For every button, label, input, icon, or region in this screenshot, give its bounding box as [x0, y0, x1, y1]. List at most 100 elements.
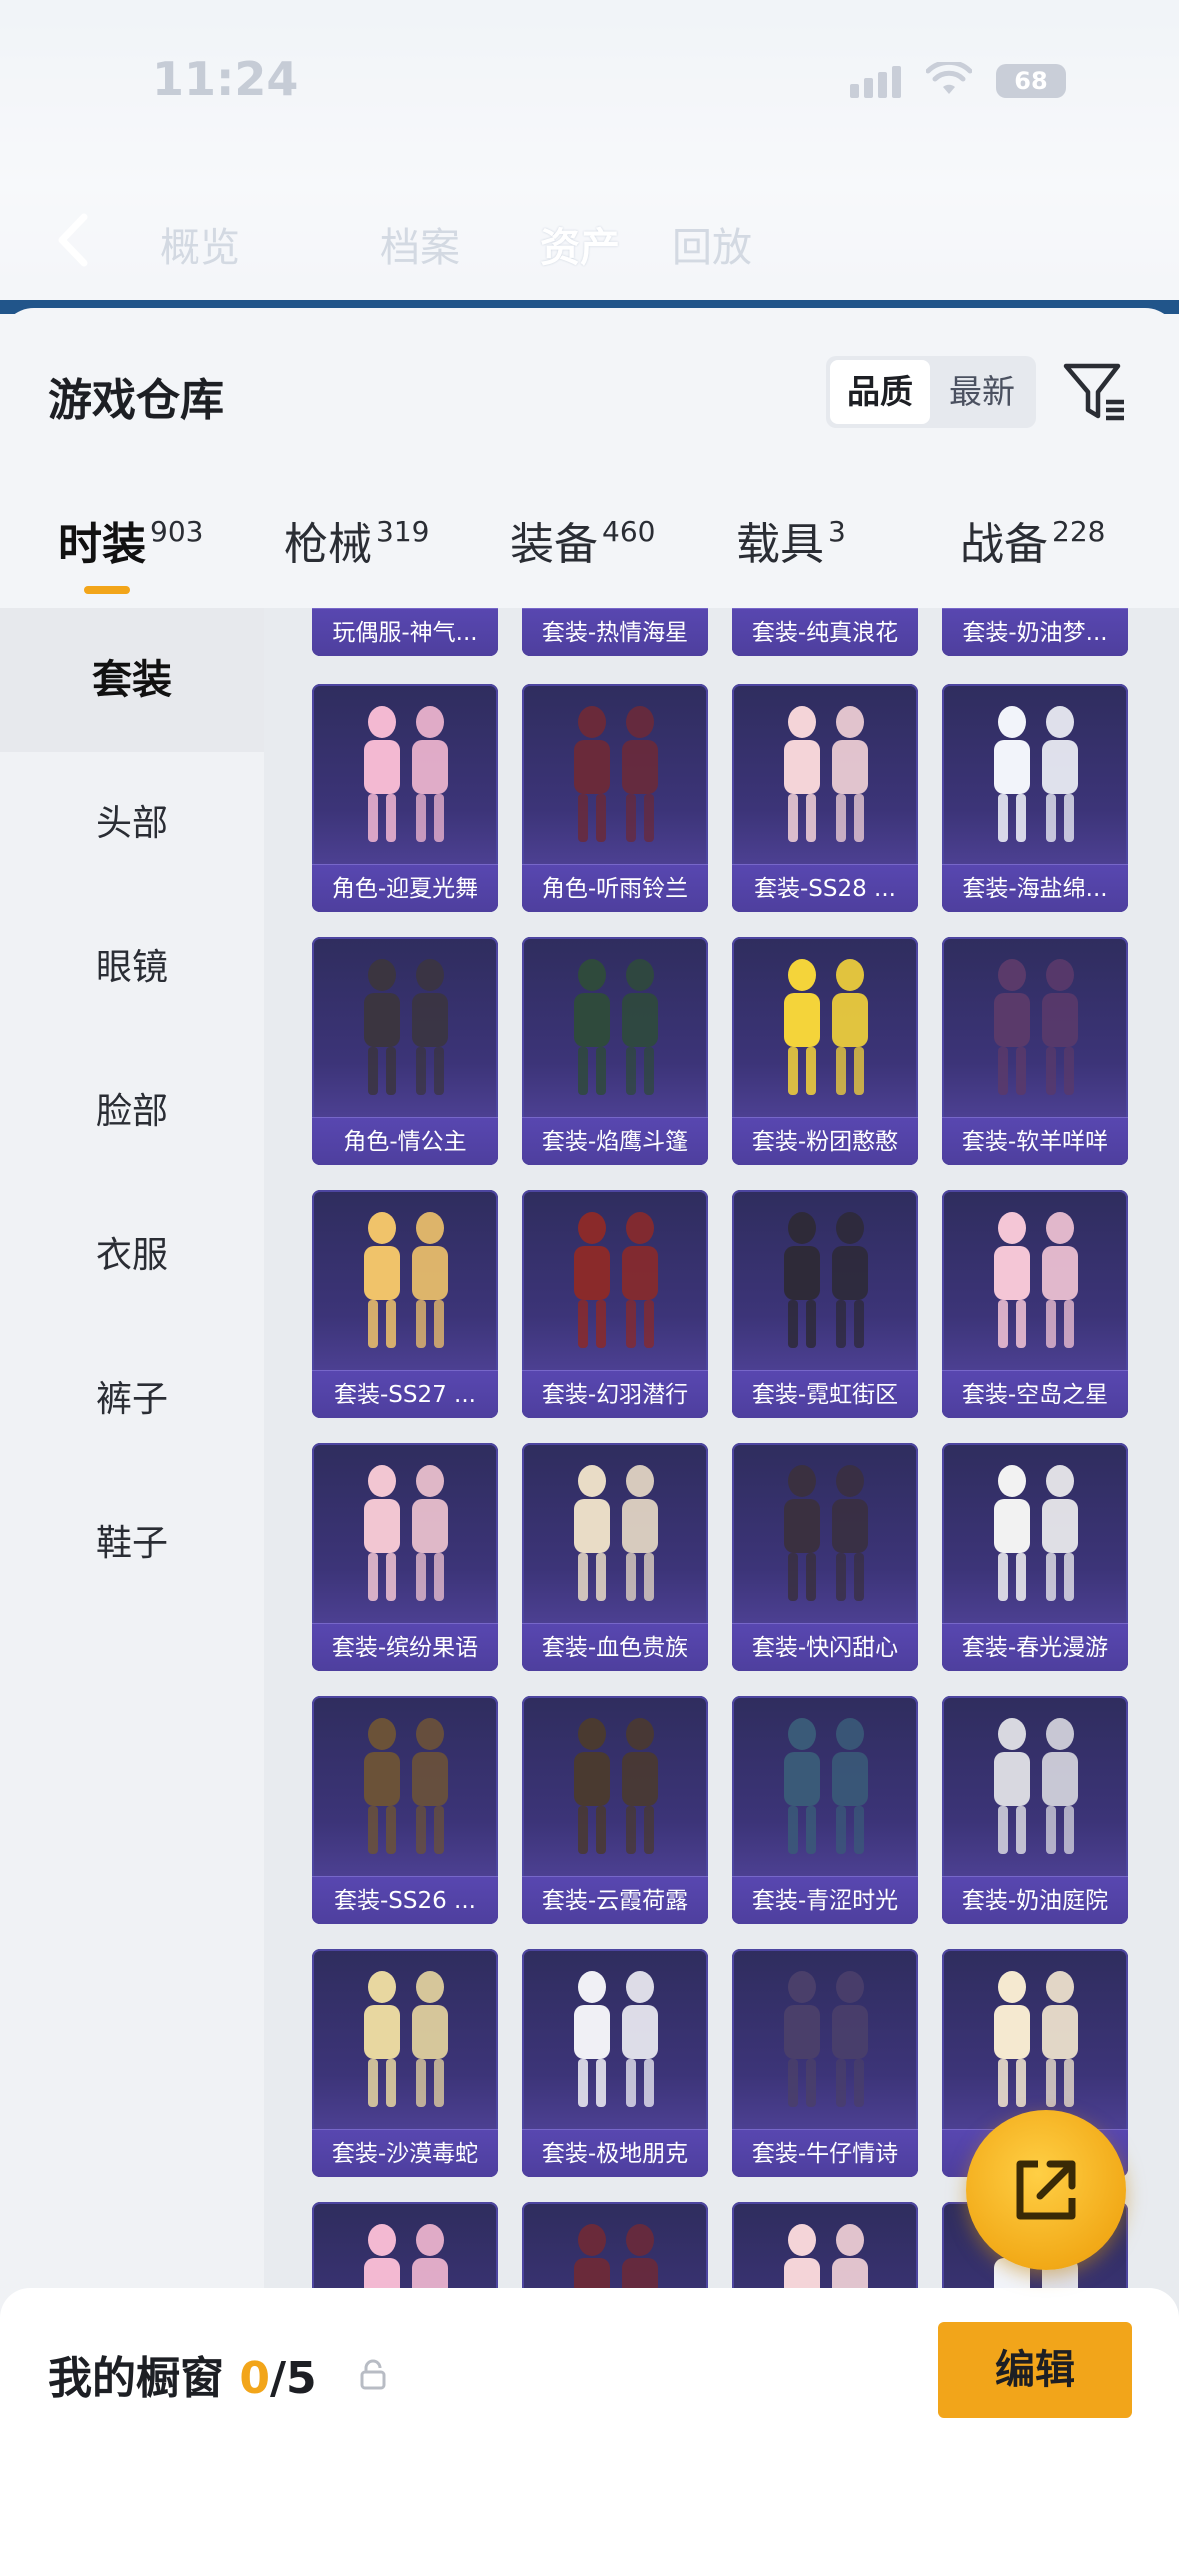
outfit-thumbnail [364, 959, 448, 1095]
wifi-icon [926, 62, 972, 94]
tab-label: 枪械 [284, 519, 372, 570]
outfit-item-label: 套装-SS27 ... [312, 1370, 498, 1418]
outfit-item-card[interactable]: 套装-沙漠毒蛇 [312, 1949, 498, 2177]
outfit-item-label: 套装-奶油庭院 [942, 1876, 1128, 1924]
back-arrow-icon[interactable] [44, 205, 104, 275]
outfit-item-label: 套装-焰鹰斗篷 [522, 1117, 708, 1165]
outfit-item-card[interactable]: 套装-春光漫游 [942, 1443, 1128, 1671]
outfit-item-label: 套装-霓虹街区 [732, 1370, 918, 1418]
outfit-item-card[interactable]: 套装-海盐绵... [942, 684, 1128, 912]
sidebar-item-shoes[interactable]: 鞋子 [0, 1472, 264, 1616]
outfit-item-card[interactable]: 套装-幻羽潜行 [522, 1190, 708, 1418]
outfit-item-label: 套装-青涩时光 [732, 1876, 918, 1924]
outfit-item-card[interactable]: 角色-听雨铃兰 [522, 684, 708, 912]
tab-label: 时装 [58, 519, 146, 570]
outfit-thumbnail [364, 706, 448, 842]
status-bar: 11:24 68 [0, 0, 1179, 140]
outfit-thumbnail [784, 706, 868, 842]
sidebar-item-head[interactable]: 头部 [0, 752, 264, 896]
share-button[interactable] [966, 2110, 1126, 2270]
outfit-item-label: 套装-缤纷果语 [312, 1623, 498, 1671]
outfit-item-card[interactable]: 套装-霓虹街区 [732, 1190, 918, 1418]
outfit-item-card[interactable]: 套装-牛仔情诗 [732, 1949, 918, 2177]
outfit-item-card[interactable]: 套装-缤纷果语 [312, 1443, 498, 1671]
outfit-item-label: 套装-幻羽潜行 [522, 1370, 708, 1418]
cellular-signal-icon [850, 66, 901, 98]
outfit-thumbnail [364, 1971, 448, 2107]
tab-equipment[interactable]: 装备 460 [510, 508, 655, 588]
outfit-thumbnail [574, 706, 658, 842]
showcase-label: 我的橱窗 [48, 2353, 224, 2404]
showcase-title: 我的橱窗 0/5 [48, 2342, 317, 2406]
lock-icon[interactable] [358, 2358, 388, 2392]
tab-label: 战备 [960, 519, 1048, 570]
outfit-item-card[interactable]: 套装-焰鹰斗篷 [522, 937, 708, 1165]
sidebar-item-clothes[interactable]: 衣服 [0, 1184, 264, 1328]
outfit-item-label: 套装-奶油梦... [942, 608, 1128, 656]
outfit-item-label: 套装-软羊咩咩 [942, 1117, 1128, 1165]
outfit-item-card[interactable]: 套装-极地朋克 [522, 1949, 708, 2177]
category-tabs: 时装 903 枪械 319 装备 460 载具 3 战备 228 [0, 486, 1179, 606]
sidebar-item-pants[interactable]: 裤子 [0, 1328, 264, 1472]
tab-vehicles[interactable]: 载具 3 [736, 508, 846, 588]
status-time: 11:24 [152, 52, 299, 106]
tab-battle-prep[interactable]: 战备 228 [960, 508, 1105, 588]
sort-latest-button[interactable]: 最新 [932, 356, 1032, 428]
outfit-item-card[interactable]: 套装-血色贵族 [522, 1443, 708, 1671]
active-tab-indicator [84, 586, 130, 594]
nav-tab-overview[interactable]: 概览 [160, 215, 240, 273]
outfit-item-card[interactable]: 套装-粉团憨憨 [732, 937, 918, 1165]
edit-button[interactable]: 编辑 [938, 2322, 1132, 2418]
outfit-item-card[interactable]: 套装-空岛之星 [942, 1190, 1128, 1418]
showcase-max-count: /5 [269, 2353, 317, 2404]
outfit-item-card[interactable]: 套装-奶油梦... [942, 608, 1128, 656]
outfit-item-card[interactable]: 套装-SS28 ... [732, 684, 918, 912]
outfit-thumbnail [364, 1718, 448, 1854]
nav-tab-assets[interactable]: 资产 [540, 215, 620, 273]
outfit-item-label: 套装-极地朋克 [522, 2129, 708, 2177]
outfit-item-card[interactable]: 玩偶服-神气... [312, 608, 498, 656]
outfit-item-card[interactable]: 套装-SS27 ... [312, 1190, 498, 1418]
outfit-item-card[interactable]: 角色-迎夏光舞 [312, 684, 498, 912]
outfit-thumbnail [574, 1465, 658, 1601]
outfit-thumbnail [994, 1718, 1078, 1854]
sort-toggle: 品质 最新 [826, 356, 1036, 428]
outfit-thumbnail [574, 959, 658, 1095]
outfit-item-card[interactable]: 套装-奶油庭院 [942, 1696, 1128, 1924]
outfit-thumbnail [574, 1971, 658, 2107]
outfit-item-card[interactable]: 套装-云霞荷露 [522, 1696, 708, 1924]
tab-fashion[interactable]: 时装 903 [58, 508, 203, 588]
outfit-item-card[interactable]: 套装-热情海星 [522, 608, 708, 656]
outfit-thumbnail [364, 1212, 448, 1348]
outfit-item-card[interactable]: 套装-软羊咩咩 [942, 937, 1128, 1165]
tab-weapons[interactable]: 枪械 319 [284, 508, 429, 588]
outfit-item-label: 套装-粉团憨憨 [732, 1117, 918, 1165]
outfit-thumbnail [574, 1718, 658, 1854]
outfit-item-label: 玩偶服-神气... [312, 608, 498, 656]
outfit-item-label: 套装-云霞荷露 [522, 1876, 708, 1924]
outfit-item-label: 套装-空岛之星 [942, 1370, 1128, 1418]
outfit-item-card[interactable]: 套装-SS26 ... [312, 1696, 498, 1924]
tab-label: 装备 [510, 519, 598, 570]
outfit-item-label: 套装-血色贵族 [522, 1623, 708, 1671]
outfit-item-card[interactable]: 套装-快闪甜心 [732, 1443, 918, 1671]
sort-quality-button[interactable]: 品质 [830, 360, 930, 424]
filter-icon[interactable] [1062, 358, 1128, 424]
outfit-item-label: 套装-SS26 ... [312, 1876, 498, 1924]
showcase-current-count: 0 [239, 2353, 270, 2404]
sidebar-item-face[interactable]: 脸部 [0, 1040, 264, 1184]
outfit-thumbnail [784, 1718, 868, 1854]
sidebar-item-set[interactable]: 套装 [0, 608, 264, 752]
outfit-item-card[interactable]: 套装-青涩时光 [732, 1696, 918, 1924]
sidebar-item-glasses[interactable]: 眼镜 [0, 896, 264, 1040]
tab-count: 903 [150, 515, 204, 548]
outfit-item-card[interactable]: 套装-纯真浪花 [732, 608, 918, 656]
outfit-item-card[interactable]: 角色-情公主 [312, 937, 498, 1165]
outfit-item-label: 角色-迎夏光舞 [312, 864, 498, 912]
tab-count: 3 [828, 515, 846, 548]
nav-tab-profile[interactable]: 档案 [380, 215, 460, 273]
nav-tab-replay[interactable]: 回放 [672, 215, 752, 273]
outfit-thumbnail [994, 1971, 1078, 2107]
battery-icon: 68 [996, 64, 1066, 98]
outfit-item-label: 套装-SS28 ... [732, 864, 918, 912]
